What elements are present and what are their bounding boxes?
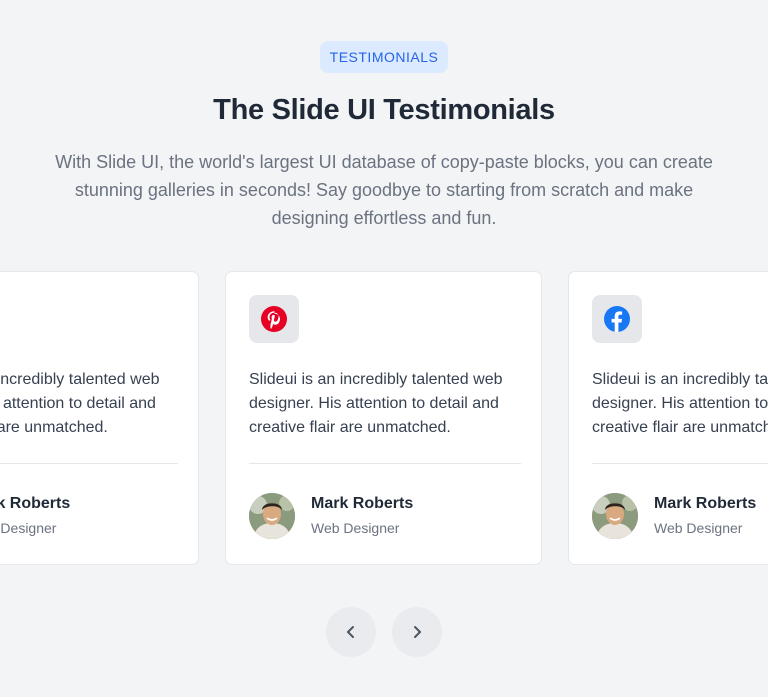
avatar [249, 493, 295, 539]
avatar-image [249, 493, 295, 539]
section-subtitle: With Slide UI, the world's largest UI da… [55, 152, 713, 228]
chevron-right-icon [414, 626, 421, 638]
testimonial-quote: Slideui is an incredibly talented web de… [0, 371, 160, 436]
testimonial-card: Slideui is an incredibly talented web de… [0, 271, 199, 565]
author-name: Mark Roberts [311, 495, 414, 512]
testimonial-carousel[interactable]: Slideui is an incredibly talented web de… [0, 271, 768, 567]
author-role: Web Designer [311, 520, 400, 536]
author-role: Web Designer [0, 520, 57, 536]
card-divider [249, 463, 521, 464]
card-divider [592, 463, 768, 464]
author-name: Mark Roberts [0, 495, 71, 512]
section-title: The Slide UI Testimonials [213, 94, 555, 126]
facebook-icon [604, 306, 630, 332]
testimonial-card: Slideui is an incredibly talented web de… [568, 271, 768, 565]
avatar [592, 493, 638, 539]
brand-logo [249, 295, 299, 343]
testimonial-card: Slideui is an incredibly talented web de… [225, 271, 542, 565]
author-name: Mark Roberts [654, 495, 757, 512]
testimonial-quote: Slideui is an incredibly talented web de… [249, 371, 503, 436]
next-button[interactable] [392, 607, 442, 657]
testimonial-quote: Slideui is an incredibly talented web de… [592, 371, 768, 436]
avatar-image [592, 493, 638, 539]
author-role: Web Designer [654, 520, 743, 536]
section-badge: TESTIMONIALS [320, 41, 448, 73]
previous-button[interactable] [326, 607, 376, 657]
card-divider [0, 463, 178, 464]
chevron-left-icon [347, 626, 354, 638]
brand-logo [592, 295, 642, 343]
pinterest-icon [261, 306, 287, 332]
